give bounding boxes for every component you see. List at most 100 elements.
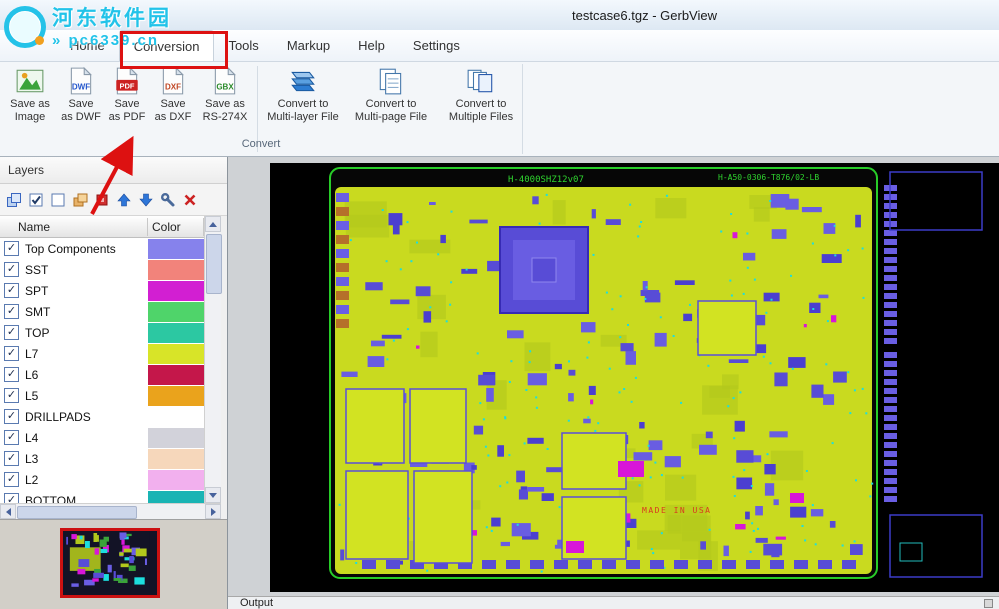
layer-row[interactable]: ✓L7 — [0, 343, 204, 364]
scroll-down-button[interactable] — [205, 487, 221, 503]
column-divider[interactable] — [147, 218, 148, 236]
layers-panel: Layers — [0, 157, 228, 609]
layer-row[interactable]: ✓BOTTOM — [0, 490, 204, 503]
convert-to-multipage-button[interactable]: Convert to Multi-page File — [345, 64, 437, 138]
button-label-line2: Multiple Files — [449, 111, 513, 124]
layer-color-swatch[interactable] — [148, 470, 204, 490]
layer-color-swatch[interactable] — [148, 365, 204, 385]
layer-visibility-checkbox[interactable]: ✓ — [4, 262, 19, 277]
layer-color-swatch[interactable] — [148, 428, 204, 448]
layer-rows: ✓Top Components✓SST✓SPT✓SMT✓TOP✓L7✓L6✓L5… — [0, 238, 204, 503]
layer-visibility-checkbox[interactable]: ✓ — [4, 472, 19, 487]
convert-to-multiple-files-button[interactable]: Convert to Multiple Files — [437, 64, 525, 138]
button-label-line1: Convert to — [456, 98, 507, 111]
tab-help[interactable]: Help — [344, 30, 399, 61]
layer-visibility-checkbox[interactable]: ✓ — [4, 367, 19, 382]
overview-thumbnail[interactable] — [60, 528, 160, 598]
layer-row[interactable]: ✓SST — [0, 259, 204, 280]
uncheck-all-button[interactable] — [48, 190, 68, 210]
button-label-line2: Multi-layer File — [267, 111, 339, 124]
layer-name: TOP — [25, 326, 148, 340]
layer-color-swatch[interactable] — [148, 344, 204, 364]
layer-color-swatch[interactable] — [148, 407, 204, 427]
layer-color-swatch[interactable] — [148, 281, 204, 301]
save-as-dxf-button[interactable]: DXF Save as DXF — [150, 64, 196, 138]
layers-table-header: Name Color — [0, 216, 221, 238]
layers-horizontal-scrollbar[interactable] — [0, 503, 221, 519]
button-label-line1: Convert to — [366, 98, 417, 111]
layer-color-swatch[interactable] — [148, 239, 204, 259]
up-arrow-icon — [209, 222, 217, 227]
layer-color-swatch[interactable] — [148, 449, 204, 469]
button-label-line2: as PDF — [109, 111, 146, 124]
pcb-render[interactable]: H-4000SHZ12v07 H-A50-0306-T876/02-LB — [270, 163, 999, 592]
select-layers-button[interactable] — [4, 190, 24, 210]
layer-row[interactable]: ✓ L5 — [0, 385, 204, 406]
layers-vertical-scrollbar[interactable] — [204, 216, 221, 503]
save-as-dwf-button[interactable]: DWF Save as DWF — [58, 64, 104, 138]
tab-settings[interactable]: Settings — [399, 30, 474, 61]
remove-layer-button[interactable] — [180, 190, 200, 210]
layer-visibility-checkbox[interactable]: ✓ — [4, 283, 19, 298]
layer-visibility-checkbox[interactable]: ✓ — [4, 241, 19, 256]
layer-name: L5 — [25, 389, 148, 403]
image-file-icon — [15, 66, 45, 96]
horizontal-scroll-thumb[interactable] — [17, 506, 137, 519]
layers-toolbar — [0, 184, 227, 216]
check-all-button[interactable] — [26, 190, 46, 210]
button-label-line2: Image — [15, 111, 46, 124]
layer-visibility-checkbox[interactable]: ✓ — [4, 493, 19, 503]
layer-name: L4 — [25, 431, 148, 445]
vertical-scroll-thumb[interactable] — [206, 234, 222, 294]
layer-visibility-checkbox[interactable]: ✓ — [4, 409, 19, 424]
save-as-rs274x-button[interactable]: GBX Save as RS-274X — [196, 64, 254, 138]
multi-page-icon — [376, 66, 406, 96]
layer-row[interactable]: ✓ L3 — [0, 448, 204, 469]
layer-color-swatch[interactable] — [148, 302, 204, 322]
save-as-pdf-button[interactable]: PDF Save as PDF — [104, 64, 150, 138]
layer-row[interactable]: ✓ SPT — [0, 280, 204, 301]
layer-visibility-checkbox[interactable]: ✓ — [4, 346, 19, 361]
move-layer-up-button[interactable] — [114, 190, 134, 210]
layer-row[interactable]: ✓DRILLPADS — [0, 406, 204, 427]
button-label-line2: as DXF — [155, 111, 192, 124]
layer-visibility-checkbox[interactable]: ✓ — [4, 325, 19, 340]
annotation-highlight-box — [120, 31, 228, 69]
layer-name: L3 — [25, 452, 148, 466]
arrow-down-icon — [138, 192, 154, 208]
layer-color-swatch[interactable] — [148, 323, 204, 343]
layer-row[interactable]: ✓L6 — [0, 364, 204, 385]
layer-row[interactable]: ✓ TOP — [0, 322, 204, 343]
merge-layers-button[interactable] — [70, 190, 90, 210]
output-pin-icon[interactable] — [984, 599, 993, 608]
layer-color-swatch[interactable] — [148, 260, 204, 280]
scroll-right-button[interactable] — [205, 504, 221, 519]
layer-row[interactable]: ✓L2 — [0, 469, 204, 490]
layer-visibility-checkbox[interactable]: ✓ — [4, 388, 19, 403]
layer-visibility-checkbox[interactable]: ✓ — [4, 430, 19, 445]
layer-color-swatch[interactable] — [148, 386, 204, 406]
layer-visibility-checkbox[interactable]: ✓ — [4, 451, 19, 466]
scroll-up-button[interactable] — [205, 216, 221, 232]
layer-name: SPT — [25, 284, 148, 298]
layer-visibility-checkbox[interactable]: ✓ — [4, 304, 19, 319]
layer-color-button[interactable] — [92, 190, 112, 210]
layer-settings-button[interactable] — [158, 190, 178, 210]
arrow-up-icon — [116, 192, 132, 208]
button-label-line1: Convert to — [278, 98, 329, 111]
save-as-image-button[interactable]: Save as Image — [2, 64, 58, 138]
viewer-canvas[interactable]: H-4000SHZ12v07 H-A50-0306-T876/02-LB — [270, 163, 999, 592]
layer-color-swatch[interactable] — [148, 491, 204, 504]
merge-layers-icon — [72, 192, 88, 208]
layer-row[interactable]: ✓ L4 — [0, 427, 204, 448]
scroll-left-button[interactable] — [0, 504, 16, 519]
layer-row[interactable]: ✓SMT — [0, 301, 204, 322]
layer-color-icon — [94, 192, 110, 208]
multiple-files-icon — [466, 66, 496, 96]
window-title: testcase6.tgz - GerbView — [572, 8, 717, 23]
layer-row[interactable]: ✓Top Components — [0, 238, 204, 259]
tab-markup[interactable]: Markup — [273, 30, 344, 61]
convert-to-multilayer-button[interactable]: Convert to Multi-layer File — [261, 64, 345, 138]
move-layer-down-button[interactable] — [136, 190, 156, 210]
button-label-line2: Multi-page File — [355, 111, 427, 124]
